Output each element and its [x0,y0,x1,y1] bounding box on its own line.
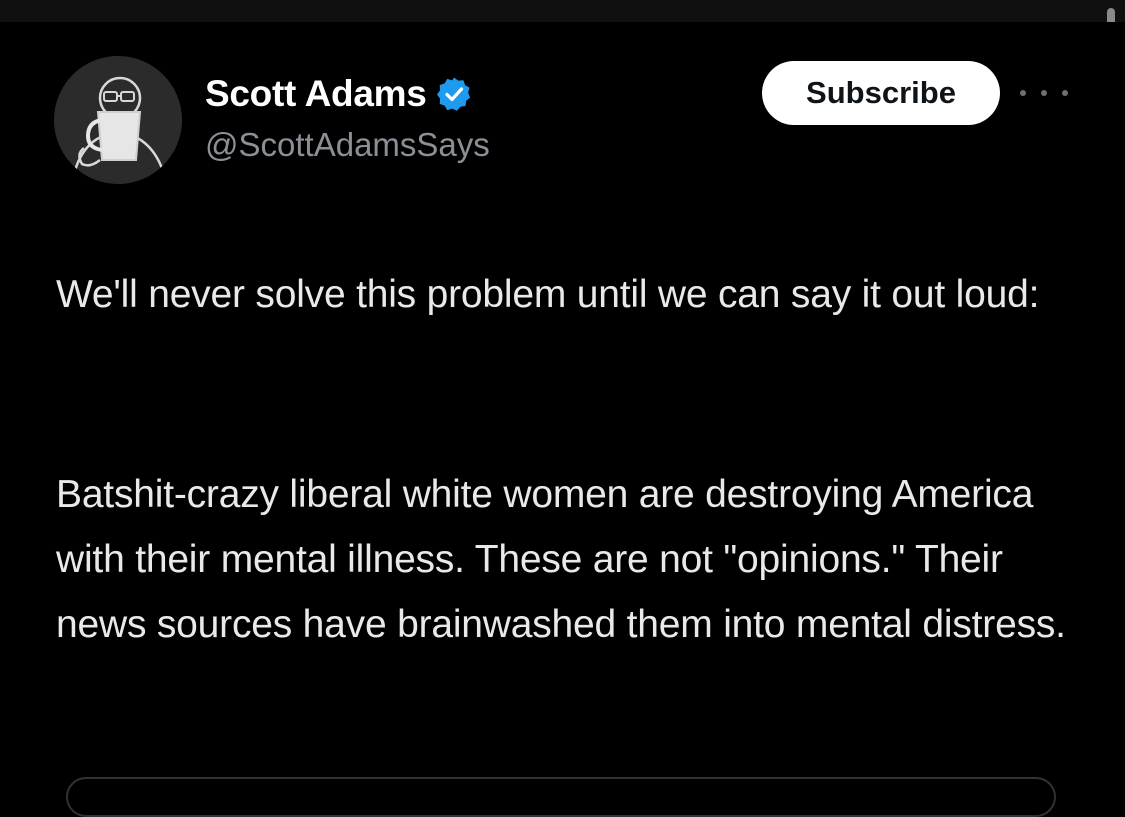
embedded-card-edge[interactable] [66,777,1056,817]
author-display-name[interactable]: Scott Adams [205,73,427,115]
tweet-card: Scott Adams @ScottAdamsSays Subscribe We… [0,22,1125,817]
verified-badge-icon [437,77,471,111]
more-horizontal-icon[interactable] [1020,78,1068,108]
more-dot [1041,90,1047,96]
window-top-strip [0,0,1125,22]
person-drinking-mug-avatar-icon [54,56,182,184]
tweet-text-paragraph-1: We'll never solve this problem until we … [56,273,1040,316]
subscribe-button[interactable]: Subscribe [762,61,1000,125]
avatar[interactable] [54,56,182,184]
author-name-row[interactable]: Scott Adams [205,70,472,118]
more-dot [1020,90,1026,96]
tweet-text-paragraph-2: Batshit-crazy liberal white women are de… [56,473,1066,646]
author-handle[interactable]: @ScottAdamsSays [205,126,490,164]
more-dot [1062,90,1068,96]
